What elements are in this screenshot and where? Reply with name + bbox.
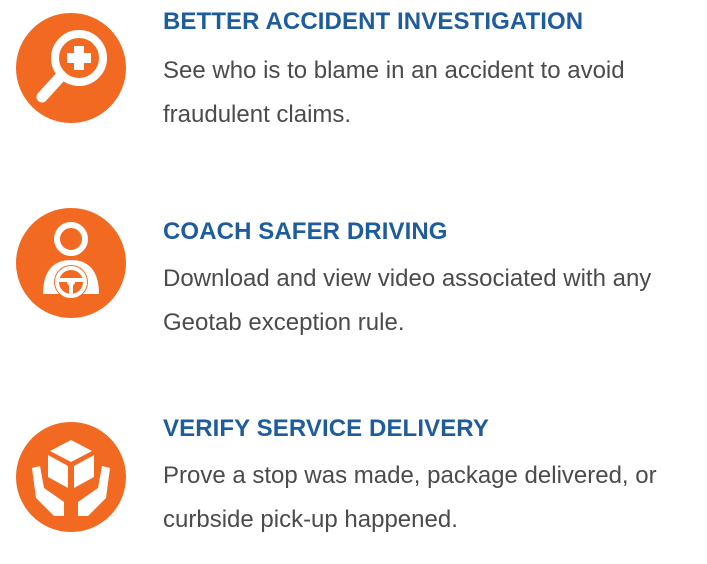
feature-description: See who is to blame in an accident to av… bbox=[163, 57, 625, 128]
driver-steering-wheel-icon bbox=[16, 208, 126, 318]
feature-description: Download and view video associated with … bbox=[163, 265, 652, 336]
feature-title: COACH SAFER DRIVING bbox=[163, 218, 448, 245]
hands-package-icon bbox=[16, 422, 126, 532]
feature-description: Prove a stop was made, package delivered… bbox=[163, 462, 657, 533]
feature-title: BETTER ACCIDENT INVESTIGATION bbox=[163, 8, 584, 35]
feature-title: VERIFY SERVICE DELIVERY bbox=[163, 415, 489, 442]
magnifier-plus-icon bbox=[16, 13, 126, 123]
